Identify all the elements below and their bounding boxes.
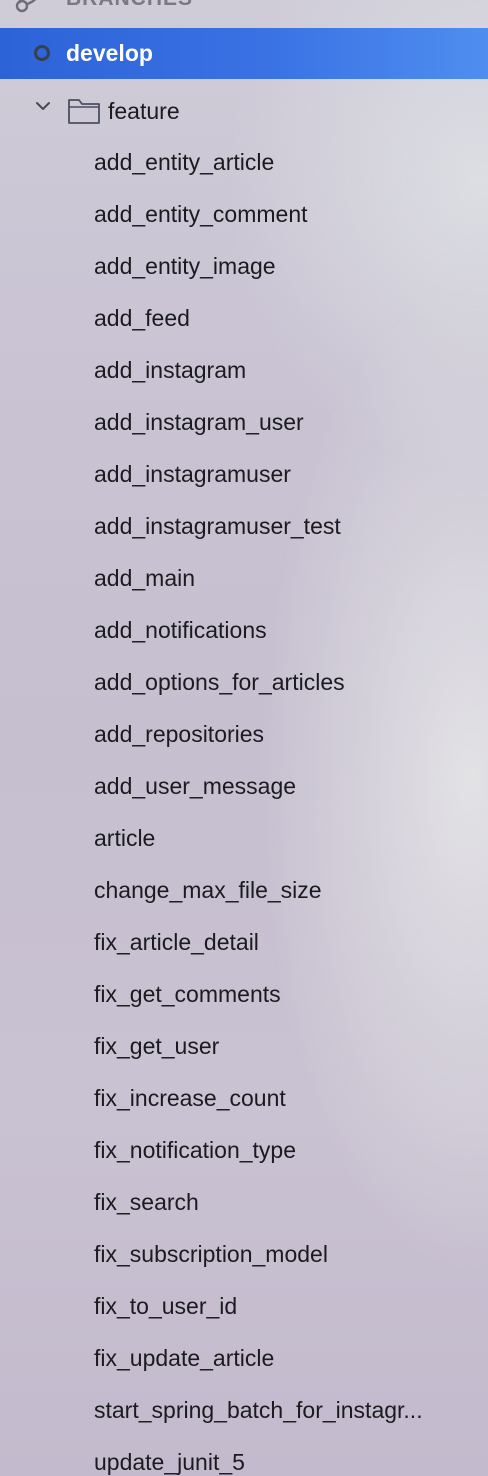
branch-row[interactable]: add_repositories <box>0 708 488 760</box>
branch-label: add_options_for_articles <box>94 669 345 695</box>
branch-row[interactable]: fix_update_article <box>0 1332 488 1384</box>
branch-label: add_instagram_user <box>94 409 304 435</box>
branch-label: fix_article_detail <box>94 929 259 955</box>
branch-row[interactable]: add_instagramuser_test <box>0 500 488 552</box>
branch-label: add_entity_image <box>94 253 276 279</box>
branch-label: update_junit_5 <box>94 1449 245 1475</box>
branch-row[interactable]: add_instagram_user <box>0 396 488 448</box>
branch-row[interactable]: fix_article_detail <box>0 916 488 968</box>
branch-label: add_entity_comment <box>94 201 308 227</box>
branch-row[interactable]: add_main <box>0 552 488 604</box>
folder-icon <box>68 99 100 124</box>
branch-row[interactable]: add_entity_image <box>0 240 488 292</box>
branch-row[interactable]: article <box>0 812 488 864</box>
current-branch-label: develop <box>66 40 153 66</box>
branch-label: article <box>94 825 156 851</box>
branch-label: add_notifications <box>94 617 267 643</box>
branch-row[interactable]: add_notifications <box>0 604 488 656</box>
branch-label: fix_update_article <box>94 1345 275 1371</box>
branch-row[interactable]: add_feed <box>0 292 488 344</box>
branch-row[interactable]: fix_notification_type <box>0 1124 488 1176</box>
branch-row[interactable]: start_spring_batch_for_instagr... <box>0 1384 488 1436</box>
branch-row[interactable]: add_options_for_articles <box>0 656 488 708</box>
branch-row-current[interactable]: develop <box>0 28 488 79</box>
branch-icon <box>15 0 37 13</box>
branch-label: start_spring_batch_for_instagr... <box>94 1397 423 1423</box>
branches-section-header[interactable]: BRANCHES <box>0 0 488 14</box>
folder-label: feature <box>108 98 180 124</box>
branch-folder-feature[interactable]: feature <box>0 85 488 137</box>
branch-label: fix_notification_type <box>94 1137 297 1163</box>
branch-row[interactable]: add_user_message <box>0 760 488 812</box>
branch-row[interactable]: fix_subscription_model <box>0 1228 488 1280</box>
head-indicator-icon <box>34 45 50 61</box>
branch-row[interactable]: fix_increase_count <box>0 1072 488 1124</box>
branch-row[interactable]: change_max_file_size <box>0 864 488 916</box>
branch-label: add_instagram <box>94 357 247 383</box>
branch-row[interactable]: fix_to_user_id <box>0 1280 488 1332</box>
branch-row[interactable]: fix_get_comments <box>0 968 488 1020</box>
branch-label: add_instagramuser <box>94 461 291 487</box>
branch-label: add_user_message <box>94 773 297 799</box>
branch-label: fix_search <box>94 1189 199 1215</box>
branch-label: add_repositories <box>94 721 265 747</box>
branch-label: add_main <box>94 565 196 591</box>
branch-label: fix_get_comments <box>94 981 281 1007</box>
branch-row[interactable]: fix_search <box>0 1176 488 1228</box>
branch-label: add_feed <box>94 305 190 331</box>
branches-sidebar: BRANCHES develop feature add_entity_arti… <box>0 0 488 1476</box>
branch-label: fix_subscription_model <box>94 1241 328 1267</box>
branch-label: change_max_file_size <box>94 877 322 903</box>
section-title: BRANCHES <box>66 0 193 12</box>
branch-row[interactable]: add_entity_article <box>0 136 488 188</box>
branch-row[interactable]: fix_get_user <box>0 1020 488 1072</box>
branch-row[interactable]: add_entity_comment <box>0 188 488 240</box>
branch-label: fix_to_user_id <box>94 1293 238 1319</box>
branch-label: fix_increase_count <box>94 1085 286 1111</box>
branch-label: fix_get_user <box>94 1033 220 1059</box>
chevron-down-icon[interactable] <box>34 99 52 113</box>
branch-label: add_entity_article <box>94 149 275 175</box>
branch-row[interactable]: add_instagramuser <box>0 448 488 500</box>
branch-row[interactable]: update_junit_5 <box>0 1436 488 1476</box>
branch-row[interactable]: add_instagram <box>0 344 488 396</box>
branch-label: add_instagramuser_test <box>94 513 341 539</box>
